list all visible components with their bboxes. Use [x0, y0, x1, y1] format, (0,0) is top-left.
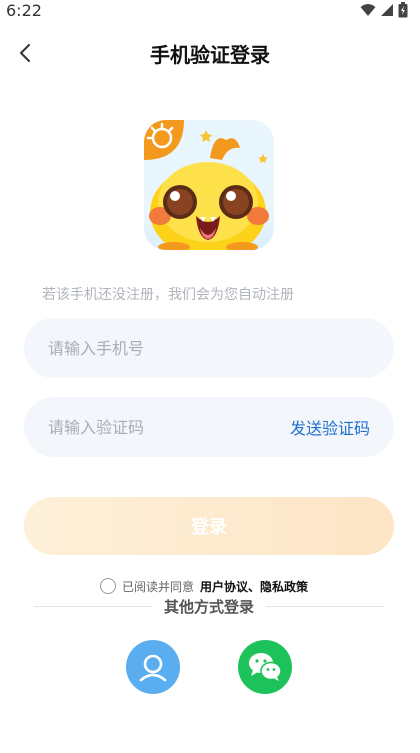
phone-input[interactable]	[48, 338, 370, 358]
divider-line-right	[266, 605, 385, 607]
wifi-icon	[360, 4, 376, 16]
status-bar: 6:22	[0, 0, 420, 20]
header: 手机验证登录	[0, 30, 420, 76]
login-button[interactable]: 登录	[24, 497, 394, 555]
agreement-text: 已阅读并同意	[122, 579, 195, 594]
app-logo	[144, 120, 274, 250]
wechat-login-button[interactable]	[238, 640, 292, 694]
person-icon	[139, 654, 167, 682]
send-code-button[interactable]: 发送验证码	[290, 415, 370, 439]
battery-icon	[398, 2, 408, 18]
wechat-icon	[249, 653, 282, 681]
divider-line-left	[34, 605, 152, 607]
code-input[interactable]	[48, 417, 290, 437]
status-icons	[360, 2, 408, 18]
phone-field[interactable]	[24, 318, 394, 378]
agreement-row: 已阅读并同意 用户协议、隐私政策	[100, 576, 308, 596]
signal-icon	[381, 4, 393, 16]
back-button[interactable]	[10, 38, 40, 68]
page-title: 手机验证登录	[150, 42, 270, 67]
agreement-checkbox[interactable]	[100, 578, 116, 594]
chevron-left-icon	[20, 44, 30, 62]
account-login-button[interactable]	[126, 640, 180, 694]
mascot-icon	[144, 120, 269, 250]
agreement-links[interactable]: 用户协议、隐私政策	[200, 578, 308, 595]
status-time: 6:22	[6, 0, 42, 20]
code-field[interactable]: 发送验证码	[24, 397, 394, 457]
register-hint: 若该手机还没注册，我们会为您自动注册	[42, 287, 294, 303]
other-login-divider: 其他方式登录	[34, 596, 385, 616]
other-login-label: 其他方式登录	[164, 597, 255, 616]
